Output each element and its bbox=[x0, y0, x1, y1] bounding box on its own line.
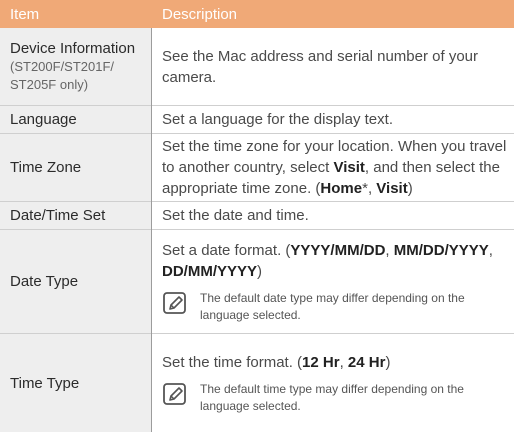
table-row: Date/Time Set Set the date and time. bbox=[0, 202, 514, 230]
item-label: Date/Time Set bbox=[10, 207, 106, 224]
format-12hr: 12 Hr bbox=[302, 353, 340, 371]
description-cell: Set the time zone for your location. Whe… bbox=[151, 134, 514, 201]
item-cell: Time Type bbox=[0, 334, 151, 432]
table-row: Time Type Set the time format. (12 Hr, 2… bbox=[0, 334, 514, 432]
format-mm-dd-yyyy: MM/DD/YYYY bbox=[393, 241, 489, 259]
item-cell: Date Type bbox=[0, 230, 151, 333]
format-yyyy-mm-dd: YYYY/MM/DD bbox=[290, 241, 386, 259]
item-label: Date Type bbox=[10, 273, 79, 290]
header-item-label: Item bbox=[10, 5, 40, 23]
description-text: Set a date format. (YYYY/MM/DD, MM/DD/YY… bbox=[162, 241, 493, 280]
header-item-cell: Item bbox=[0, 0, 151, 28]
table-row: Device Information (ST200F/ST201F/ ST205… bbox=[0, 28, 514, 106]
item-cell: Language bbox=[0, 106, 151, 133]
description-text: Set a language for the display text. bbox=[162, 111, 393, 128]
note-pencil-icon bbox=[163, 291, 186, 314]
item-label: Time Zone bbox=[10, 159, 82, 176]
format-24hr: 24 Hr bbox=[347, 353, 386, 371]
note-text: The default date type may differ dependi… bbox=[200, 290, 465, 322]
table-row: Language Set a language for the display … bbox=[0, 106, 514, 134]
table-row: Time Zone Set the time zone for your loc… bbox=[0, 134, 514, 202]
item-sublabel: (ST200F/ST201F/ ST205F only) bbox=[10, 59, 115, 92]
description-text: Set the date and time. bbox=[162, 207, 309, 224]
description-cell: Set the date and time. bbox=[151, 202, 514, 229]
description-cell: Set a language for the display text. bbox=[151, 106, 514, 133]
header-description-label: Description bbox=[162, 5, 238, 23]
settings-table: Item Description Device Information (ST2… bbox=[0, 0, 514, 432]
description-text: Set the time zone for your location. Whe… bbox=[162, 138, 507, 197]
description-cell: See the Mac address and serial number of… bbox=[151, 28, 514, 105]
option-visit: Visit bbox=[376, 180, 408, 197]
option-home: Home bbox=[320, 180, 363, 197]
description-cell: Set the time format. (12 Hr, 24 Hr) The … bbox=[151, 334, 514, 432]
note: The default time type may differ dependi… bbox=[162, 381, 508, 415]
note-pencil-icon bbox=[163, 382, 186, 405]
item-label: Language bbox=[10, 111, 77, 128]
item-cell: Date/Time Set bbox=[0, 202, 151, 229]
note: The default date type may differ dependi… bbox=[162, 290, 508, 324]
description-text: See the Mac address and serial number of… bbox=[162, 47, 479, 86]
description-text: Set the time format. (12 Hr, 24 Hr) bbox=[162, 353, 391, 371]
item-cell: Time Zone bbox=[0, 134, 151, 201]
column-divider bbox=[151, 28, 152, 432]
note-text: The default time type may differ dependi… bbox=[200, 381, 464, 413]
option-visit: Visit bbox=[333, 159, 365, 176]
table-row: Date Type Set a date format. (YYYY/MM/DD… bbox=[0, 230, 514, 334]
item-label: Time Type bbox=[10, 374, 80, 392]
header-description-cell: Description bbox=[151, 0, 514, 28]
item-label: Device Information bbox=[10, 40, 136, 57]
description-cell: Set a date format. (YYYY/MM/DD, MM/DD/YY… bbox=[151, 230, 514, 333]
format-dd-mm-yyyy: DD/MM/YYYY bbox=[162, 262, 258, 280]
table-header: Item Description bbox=[0, 0, 514, 28]
item-cell: Device Information (ST200F/ST201F/ ST205… bbox=[0, 28, 151, 105]
